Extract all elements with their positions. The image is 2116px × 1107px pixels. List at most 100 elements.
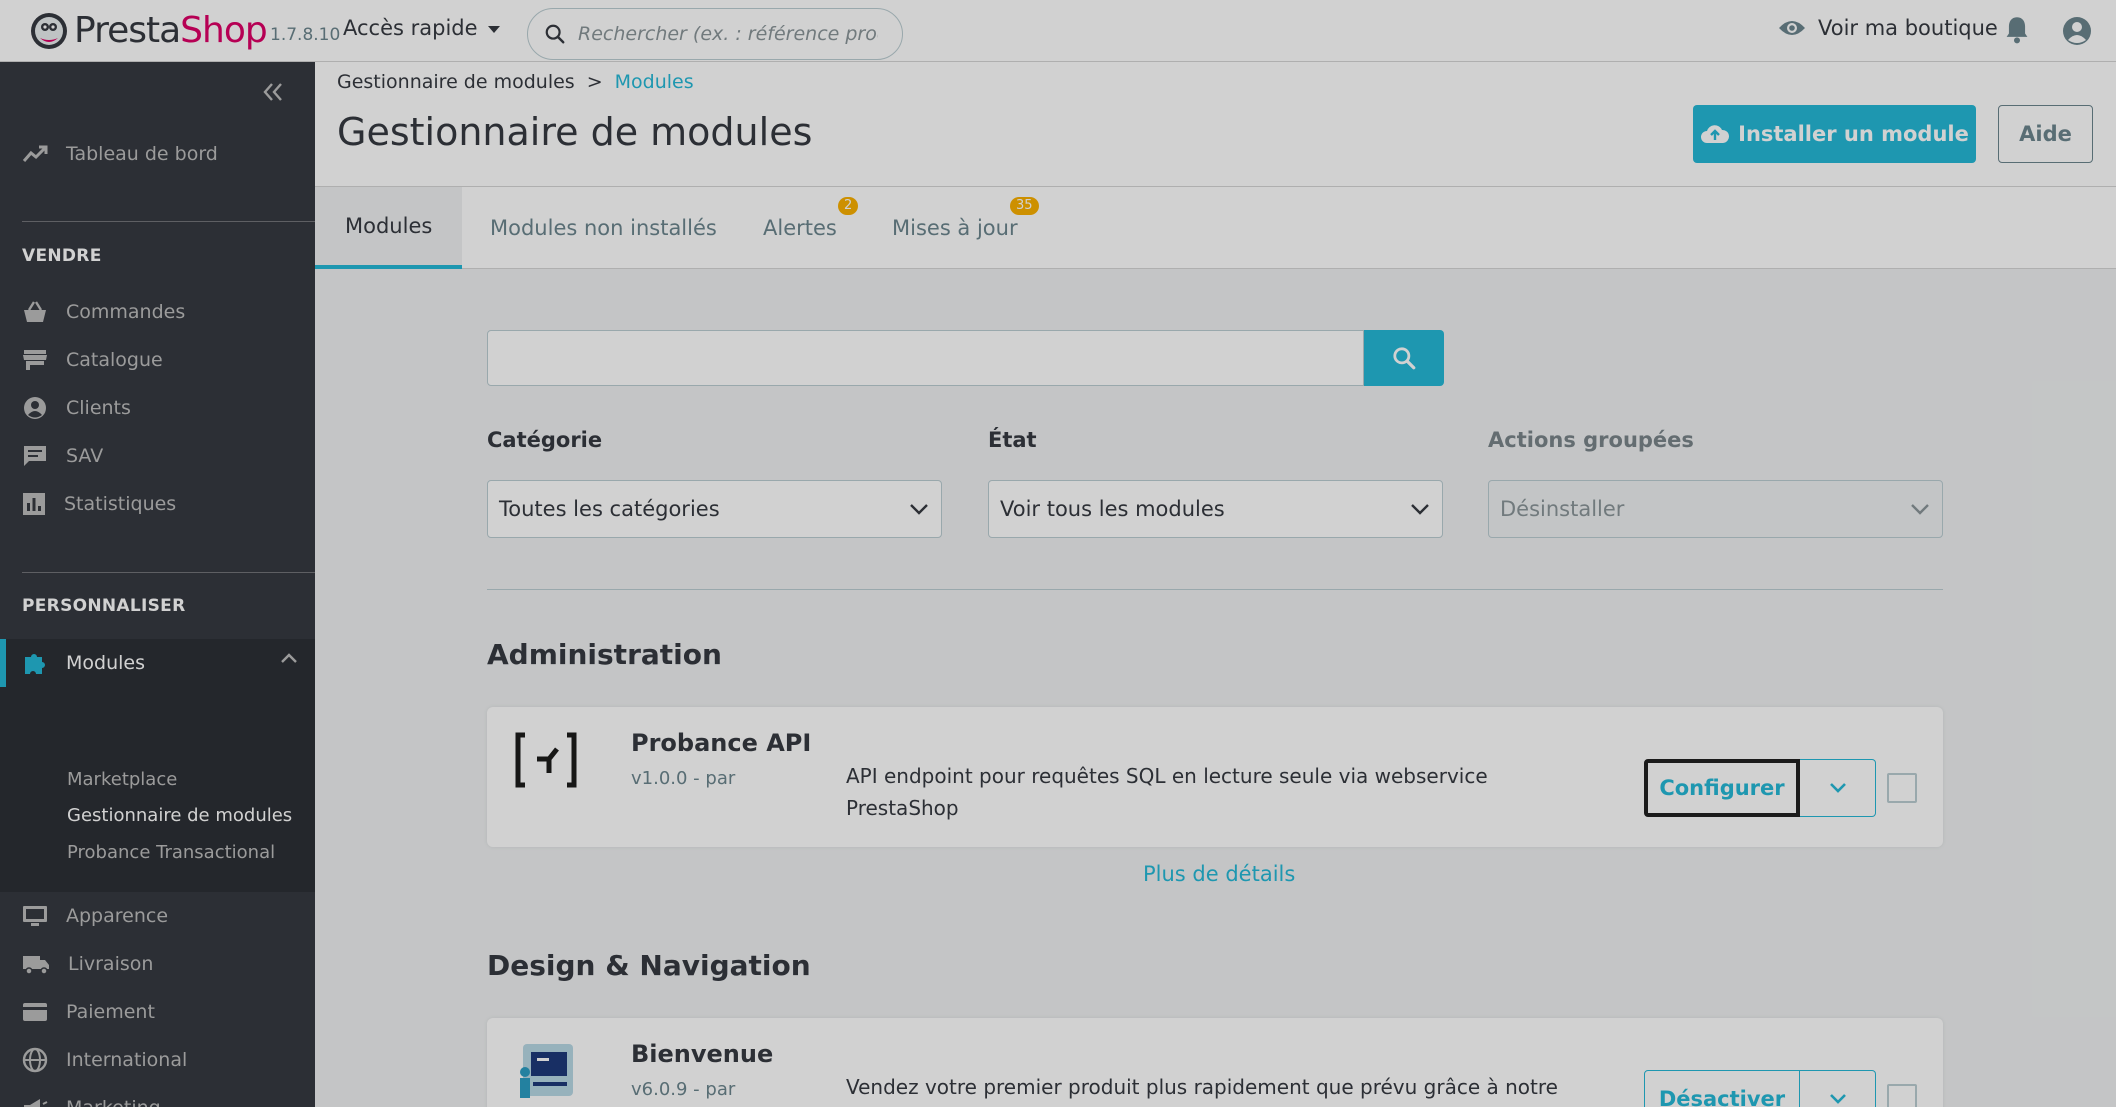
submenu-marketplace[interactable]: Marketplace	[67, 769, 177, 790]
module-version: v6.0.9 - par	[631, 1079, 736, 1100]
active-indicator	[0, 639, 6, 687]
submenu-module-manager[interactable]: Gestionnaire de modules	[67, 805, 292, 826]
basket-icon	[24, 301, 46, 322]
search-icon	[545, 24, 565, 44]
sidebar-item-catalog[interactable]: Catalogue	[0, 340, 315, 380]
sidebar-item-dashboard[interactable]: Tableau de bord	[0, 134, 315, 174]
sidebar-item-label: Livraison	[68, 953, 154, 975]
module-card-bienvenue: Bienvenue v6.0.9 - par Vendez votre prem…	[487, 1018, 1943, 1107]
sidebar-item-appearance[interactable]: Apparence	[0, 896, 315, 936]
collapse-sidebar-icon[interactable]	[262, 82, 284, 102]
search-icon	[1393, 347, 1416, 370]
trending-up-icon	[22, 145, 48, 162]
view-shop-label: Voir ma boutique	[1818, 16, 1998, 40]
bar-chart-icon	[23, 493, 45, 515]
tab-modules[interactable]: Modules	[315, 187, 463, 269]
credit-card-icon	[23, 1003, 47, 1021]
sidebar: Tableau de bord VENDRE Commandes Catalog…	[0, 62, 315, 1107]
sidebar-item-label: SAV	[66, 445, 104, 467]
brand-name[interactable]: PrestaShop	[74, 8, 268, 54]
user-circle-icon	[24, 397, 46, 419]
module-version: v1.0.0 - par	[631, 768, 736, 789]
global-search-input[interactable]	[578, 23, 878, 45]
select-value: Toutes les catégories	[499, 497, 720, 521]
chevron-down-icon	[1829, 783, 1846, 793]
top-header: PrestaShop 1.7.8.10 Accès rapide Voir ma…	[0, 0, 2116, 62]
category-select[interactable]: Toutes les catégories	[487, 480, 942, 538]
bulk-actions-select: Désinstaller	[1488, 480, 1943, 538]
sidebar-item-after-sales[interactable]: SAV	[0, 436, 315, 476]
submenu-probance-transactional[interactable]: Probance Transactional	[67, 842, 275, 863]
configure-button[interactable]: Configurer	[1644, 759, 1800, 817]
sidebar-divider	[22, 221, 315, 222]
sidebar-item-marketing[interactable]: Marketing	[0, 1088, 315, 1107]
globe-icon	[22, 1047, 48, 1073]
module-select-checkbox[interactable]	[1887, 1084, 1917, 1107]
puzzle-icon	[25, 654, 45, 674]
state-select[interactable]: Voir tous les modules	[988, 480, 1443, 538]
module-name[interactable]: Bienvenue	[631, 1040, 773, 1068]
module-description: API endpoint pour requêtes SQL en lectur…	[846, 764, 1488, 820]
modules-submenu: Marketplace Gestionnaire de modules Prob…	[0, 687, 315, 892]
install-module-button[interactable]: Installer un module	[1693, 105, 1976, 163]
module-name[interactable]: Probance API	[631, 729, 811, 757]
sidebar-item-label: Tableau de bord	[66, 143, 218, 165]
tab-label: Modules	[345, 214, 433, 238]
quick-access-dropdown[interactable]: Accès rapide	[343, 16, 500, 40]
quick-access-label: Accès rapide	[343, 16, 478, 40]
section-customize-heading: PERSONNALISER	[22, 596, 186, 616]
tab-alerts[interactable]: Alertes 2	[763, 187, 859, 269]
sidebar-item-label: Modules	[66, 652, 145, 674]
disable-button[interactable]: Désactiver	[1644, 1070, 1800, 1107]
filter-label: Actions groupées	[1488, 428, 1694, 452]
module-actions-toggle[interactable]	[1800, 759, 1876, 817]
chevron-down-icon	[910, 504, 928, 515]
bulk-actions-label: Actions groupées	[1488, 428, 1694, 452]
help-button[interactable]: Aide	[1998, 105, 2093, 163]
breadcrumb-separator: >	[586, 71, 603, 93]
module-actions-toggle[interactable]	[1800, 1070, 1876, 1107]
tab-updates[interactable]: Mises à jour 35	[892, 187, 1039, 269]
monitor-icon	[23, 906, 47, 926]
sidebar-item-label: Paiement	[66, 1001, 155, 1023]
chevron-up-icon	[281, 653, 297, 663]
sidebar-item-shipping[interactable]: Livraison	[0, 944, 315, 984]
bell-icon[interactable]	[2003, 15, 2031, 45]
chevron-down-icon	[1411, 504, 1429, 515]
category-filter-label: Catégorie	[487, 428, 602, 452]
module-tabs: Modules Modules non installés Alertes 2 …	[315, 187, 2116, 269]
module-search-input[interactable]	[487, 330, 1364, 386]
module-actions: Configurer	[1644, 759, 1876, 817]
more-details-link[interactable]: Plus de détails	[1143, 862, 1295, 886]
module-search	[487, 330, 1444, 386]
eye-icon	[1779, 21, 1805, 35]
tab-not-installed[interactable]: Modules non installés	[490, 187, 717, 269]
alerts-count-badge: 2	[838, 197, 859, 215]
account-icon[interactable]	[2061, 15, 2093, 47]
filter-label: État	[988, 428, 1037, 452]
updates-count-badge: 35	[1010, 197, 1039, 215]
sidebar-item-label: Statistiques	[64, 493, 177, 515]
view-shop-link[interactable]: Voir ma boutique	[1778, 16, 1998, 40]
sidebar-item-international[interactable]: International	[0, 1040, 315, 1080]
sidebar-item-modules[interactable]: Modules	[0, 639, 315, 687]
breadcrumb: Gestionnaire de modules > Modules	[337, 71, 694, 93]
sidebar-item-payment[interactable]: Paiement	[0, 992, 315, 1032]
tab-label: Mises à jour	[892, 216, 1018, 240]
prestashop-logo-icon[interactable]	[30, 12, 68, 50]
bienvenue-logo-icon	[520, 1044, 573, 1098]
breadcrumb-parent[interactable]: Gestionnaire de modules	[337, 71, 575, 93]
global-search[interactable]	[527, 8, 903, 60]
module-select-checkbox[interactable]	[1887, 773, 1917, 803]
sidebar-item-orders[interactable]: Commandes	[0, 292, 315, 332]
filter-label: Catégorie	[487, 428, 603, 452]
install-module-label: Installer un module	[1738, 122, 1969, 146]
breadcrumb-current[interactable]: Modules	[615, 71, 694, 93]
sidebar-divider	[22, 572, 315, 573]
module-description: Vendez votre premier produit plus rapide…	[846, 1075, 1558, 1099]
module-search-button[interactable]	[1364, 330, 1444, 386]
sidebar-item-customers[interactable]: Clients	[0, 388, 315, 428]
version-label: 1.7.8.10	[270, 25, 341, 45]
sidebar-item-stats[interactable]: Statistiques	[0, 484, 315, 524]
module-card-probance-api: Probance API v1.0.0 - par API endpoint p…	[487, 707, 1943, 847]
